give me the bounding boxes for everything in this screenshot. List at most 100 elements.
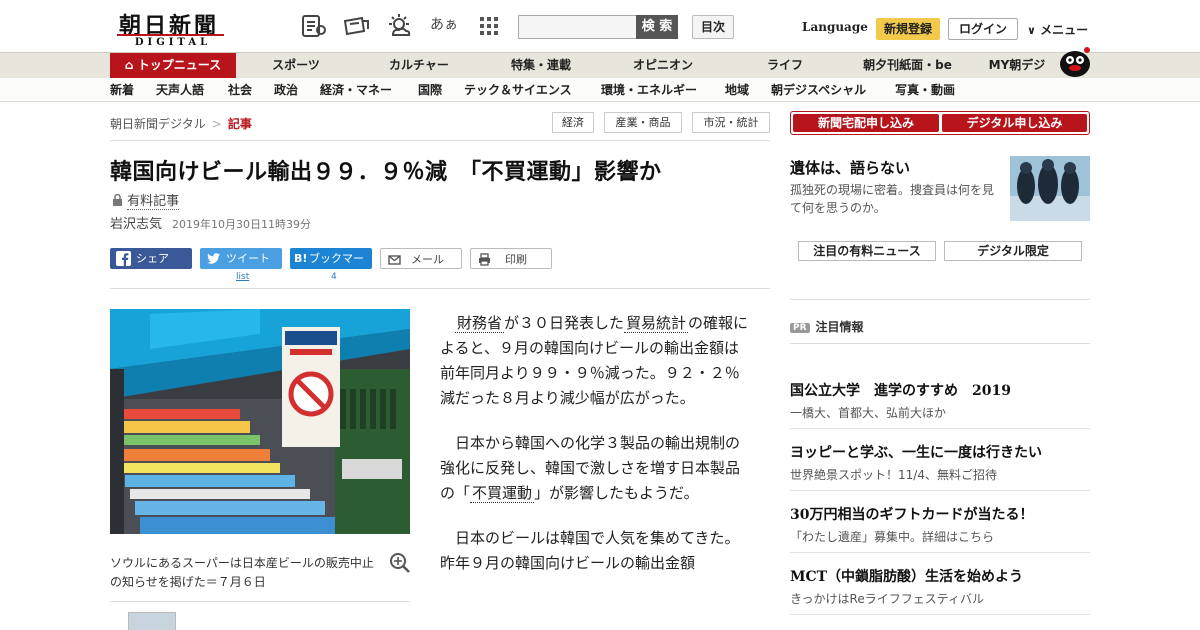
search-input[interactable] [518,15,638,39]
nav-item-life[interactable]: ライフ [745,53,825,78]
photo-thumbnail[interactable] [128,612,176,630]
byline: 岩沢志気 2019年10月30日11時39分 [110,213,311,232]
nav-item-my-asahi[interactable]: MY朝デジ [982,53,1052,78]
sub-nav-latest[interactable]: 新着 [110,78,134,102]
pr-item-title: 国公立大学 進学のすすめ 2019 [790,383,1011,399]
sub-nav-tech-science[interactable]: テック＆サイエンス [464,78,572,102]
bookmark-count[interactable]: 4 [331,272,337,282]
printer-icon [477,252,492,267]
hatena-b-icon: B! [294,252,308,265]
pr-item-title: 30万円相当のギフトカードが当たる！ [790,507,1034,523]
pr-item-title: MCT（中鎖脂肪酸）生活を始めよう [790,569,1024,585]
nav-item-newspaper[interactable]: 朝夕刊紙面・be [850,53,965,78]
article-paragraph: 財務省 が３０日発表した 貿易統計 の確報によると、９月の韓国向けビールの輸出金額は前… [440,311,750,411]
nav-item-sports[interactable]: スポーツ [256,53,336,78]
divider [790,299,1090,300]
pr-badge: PR [790,323,810,333]
tag-economy[interactable]: 経済 [552,112,594,133]
sub-nav: 新着 天声人語 社会 政治 経済・マネー 国際 テック＆サイエンス 環境・エネル… [0,78,1200,102]
sub-nav-society[interactable]: 社会 [228,78,252,102]
sub-nav-photo-video[interactable]: 写真・動画 [895,78,955,102]
mascot-icon[interactable] [1058,44,1092,78]
login-button[interactable]: ログイン [948,18,1018,40]
keyword-link[interactable]: 貿易統計 [624,314,689,333]
hatena-bookmark-label: ブックマーク [309,252,364,286]
paper-icon[interactable] [342,13,370,39]
article-photo[interactable] [110,309,410,534]
divider [790,490,1090,491]
search-button[interactable]: 検 索 [636,15,678,39]
news-list-icon[interactable] [300,13,328,39]
breadcrumb: 朝日新聞デジタル > 記事 [110,115,252,132]
divider [110,140,770,141]
sub-nav-international[interactable]: 国際 [418,78,442,102]
article-body: 財務省 が３０日発表した 貿易統計 の確報によると、９月の韓国向けビールの輸出金額は前… [440,311,750,596]
sub-nav-region[interactable]: 地域 [725,78,749,102]
print-button[interactable]: 印刷 [470,248,552,269]
paid-label: 有料記事 [127,194,180,210]
feature-description: 孤独死の現場に密着。捜査員は何を見て何を思うのか。 [790,183,995,215]
tab-featured-paid-news[interactable]: 注目の有料ニュース [798,241,936,261]
register-button[interactable]: 新規登録 [876,18,940,40]
index-button[interactable]: 目次 [692,15,734,39]
nav-item-features[interactable]: 特集・連載 [496,53,586,78]
subscribe-digital-button[interactable]: デジタル申し込み [942,114,1087,132]
twitter-bird-icon [206,251,221,266]
paid-article-badge[interactable]: 有料記事 [112,190,180,210]
subscribe-newspaper-button[interactable]: 新聞宅配申し込み [793,114,939,132]
print-label: 印刷 [505,253,527,266]
tab-digital-exclusive[interactable]: デジタル限定 [944,241,1082,261]
nav-item-opinion[interactable]: オピニオン [618,53,708,78]
logo-rule [117,34,224,36]
subscribe-box: 新聞宅配申し込み デジタル申し込み [790,111,1090,135]
site-header: 朝日新聞 DIGITAL あぁ 検 索 目次 Language 新規登録 ログイ… [0,0,1200,52]
divider [790,428,1090,429]
pr-item-description: 世界絶景スポット！11/4、無料ご招待 [790,468,997,482]
mail-label: メール [411,253,444,266]
tweet-count[interactable]: list [236,272,249,282]
nav-item-culture[interactable]: カルチャー [374,53,464,78]
mail-share-button[interactable]: メール [380,248,462,269]
grid-menu-icon[interactable] [476,13,504,39]
sub-nav-politics[interactable]: 政治 [274,78,298,102]
tweet-button[interactable]: ツイート [200,248,282,269]
hatena-bookmark-button[interactable]: B! ブックマーク [290,248,372,286]
nav-item-top-news[interactable]: ⌂ トップニュース [110,53,236,78]
lock-icon [112,193,127,209]
zoom-icon[interactable] [389,552,411,574]
menu-button[interactable]: ∨ メニュー [1027,21,1088,38]
facebook-share-button[interactable]: シェア [110,248,192,269]
mail-icon [387,252,402,267]
sub-nav-special[interactable]: 朝デジスペシャル [771,78,866,102]
paragraph-text: 」が影響したもようだ。 [534,484,699,502]
pr-item-description: 「わたし遺産」募集中。詳細はこちら [790,530,995,544]
sub-nav-environment[interactable]: 環境・エネルギー [601,78,697,102]
pr-item[interactable]: MCT（中鎖脂肪酸）生活を始めよう きっかけはReライフフェスティバル [790,566,1090,607]
feature-image[interactable] [1010,156,1090,221]
tag-industry[interactable]: 産業・商品 [604,112,682,133]
tag-market[interactable]: 市況・統計 [692,112,770,133]
sub-nav-tenseijingo[interactable]: 天声人語 [156,78,204,102]
publish-date: 2019年10月30日11時39分 [172,218,311,231]
pr-item[interactable]: ヨッピーと学ぶ、一生に一度は行きたい 世界絶景スポット！11/4、無料ご招待 [790,442,1090,483]
article-title: 韓国向けビール輸出９９．９％減 「不買運動」影響か [110,159,662,185]
language-link[interactable]: Language [802,20,868,34]
breadcrumb-home[interactable]: 朝日新聞デジタル [110,117,206,131]
keyword-link[interactable]: 不買運動 [470,484,535,503]
font-size-icon[interactable]: あぁ [430,13,458,39]
facebook-icon [116,251,131,266]
tweet-label: ツイート [226,252,270,265]
feature-title[interactable]: 遺体は、語らない [790,157,910,178]
pr-item[interactable]: 国公立大学 進学のすすめ 2019 一橋大、首都大、弘前大ほか [790,380,1090,421]
sub-nav-economy[interactable]: 経済・マネー [320,78,392,102]
site-logo[interactable]: 朝日新聞 DIGITAL [113,8,228,48]
keyword-link[interactable]: 財務省 [455,314,505,333]
photo-caption: ソウルにあるスーパーは日本産ビールの販売中止の知らせを掲げた＝７月６日 [110,556,374,589]
menu-label: メニュー [1040,23,1089,37]
divider [790,614,1090,615]
weather-icon[interactable] [385,13,413,39]
home-icon: ⌂ [124,58,134,72]
pr-item[interactable]: 30万円相当のギフトカードが当たる！ 「わたし遺産」募集中。詳細はこちら [790,504,1090,545]
divider [110,288,770,289]
breadcrumb-separator: > [211,117,222,131]
